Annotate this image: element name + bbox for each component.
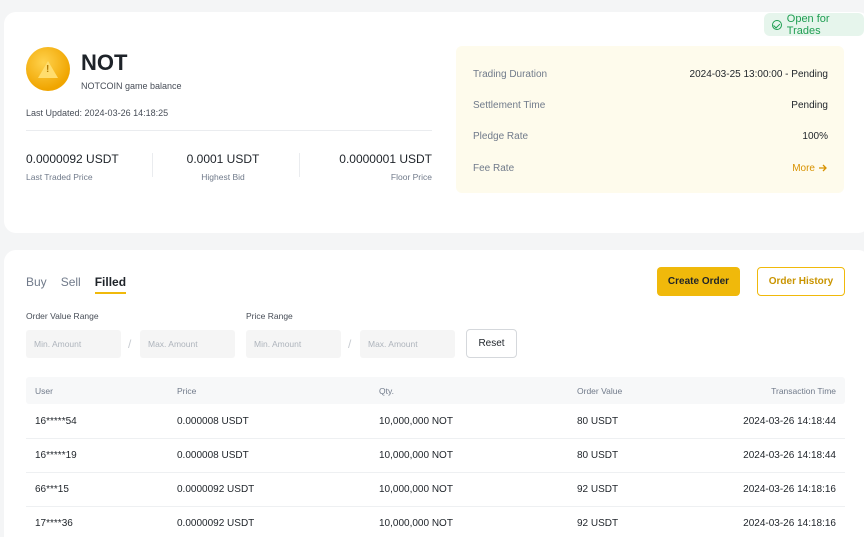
info-value: 2024-03-25 13:00:00 - Pending	[689, 68, 828, 80]
status-badge: Open for Trades	[764, 12, 864, 37]
table-header: User Price Qty. Order Value Transaction …	[26, 377, 845, 404]
divider	[152, 153, 153, 177]
cell-transaction-time: 2024-03-26 14:18:44	[743, 450, 836, 461]
stat-floor-price: 0.0000001 USDT Floor Price	[339, 152, 432, 182]
cell-qty: 10,000,000 NOT	[379, 518, 453, 529]
coin-logo	[26, 47, 70, 91]
info-row-fee-rate: Fee Rate More	[473, 160, 828, 176]
order-value-min-input[interactable]	[26, 330, 121, 358]
info-label: Pledge Rate	[473, 130, 529, 142]
stat-label: Floor Price	[390, 172, 432, 182]
table-row: 16*****19 0.000008 USDT 10,000,000 NOT 8…	[26, 439, 845, 473]
stat-value: 0.0001 USDT	[186, 152, 260, 166]
cell-order-value: 80 USDT	[577, 416, 619, 427]
fee-more-link[interactable]: More	[792, 163, 828, 174]
trading-info-panel: Trading Duration 2024-03-25 13:00:00 - P…	[456, 46, 844, 193]
stat-label: Last Traded Price	[26, 172, 93, 182]
divider	[299, 153, 300, 177]
stat-label: Highest Bid	[201, 172, 245, 182]
table-row: 66***15 0.0000092 USDT 10,000,000 NOT 92…	[26, 473, 845, 507]
cell-user: 16*****19	[35, 450, 77, 461]
cell-order-value: 92 USDT	[577, 484, 619, 495]
tab-buy[interactable]: Buy	[26, 275, 47, 294]
info-value: Pending	[791, 99, 828, 111]
info-label: Trading Duration	[473, 68, 548, 80]
range-separator: /	[348, 337, 352, 351]
range-separator: /	[128, 337, 132, 351]
cell-transaction-time: 2024-03-26 14:18:16	[743, 518, 836, 529]
cell-price: 0.000008 USDT	[177, 416, 249, 427]
info-label: Settlement Time	[473, 99, 546, 111]
tab-sell[interactable]: Sell	[61, 275, 81, 294]
stat-value: 0.0000001 USDT	[339, 152, 432, 166]
warning-triangle-icon	[38, 60, 58, 78]
order-history-button[interactable]: Order History	[757, 267, 845, 296]
price-range-label: Price Range	[246, 311, 293, 321]
coin-symbol: NOT	[81, 50, 128, 75]
info-value: 100%	[802, 130, 828, 142]
order-value-range-label: Order Value Range	[26, 311, 99, 321]
coin-subtitle: NOTCOIN game balance	[81, 81, 182, 91]
cell-order-value: 80 USDT	[577, 450, 619, 461]
cell-user: 17****36	[35, 518, 73, 529]
table-row: 16*****54 0.000008 USDT 10,000,000 NOT 8…	[26, 405, 845, 439]
cell-qty: 10,000,000 NOT	[379, 450, 453, 461]
price-max-input[interactable]	[360, 330, 455, 358]
info-label: Fee Rate	[473, 162, 515, 174]
create-order-button[interactable]: Create Order	[657, 267, 740, 296]
column-header-qty: Qty.	[379, 386, 394, 396]
stat-value: 0.0000092 USDT	[26, 152, 119, 166]
reset-button[interactable]: Reset	[466, 329, 517, 358]
price-min-input[interactable]	[246, 330, 341, 358]
cell-price: 0.0000092 USDT	[177, 518, 255, 529]
cell-user: 66***15	[35, 484, 69, 495]
info-row-settlement-time: Settlement Time Pending	[473, 97, 828, 113]
fee-more-label: More	[792, 162, 815, 174]
stat-last-traded-price: 0.0000092 USDT Last Traded Price	[26, 152, 119, 182]
column-header-order-value: Order Value	[577, 386, 623, 396]
column-header-user: User	[35, 386, 53, 396]
info-row-pledge-rate: Pledge Rate 100%	[473, 128, 828, 144]
divider	[26, 130, 432, 131]
info-row-trading-duration: Trading Duration 2024-03-25 13:00:00 - P…	[473, 66, 828, 82]
cell-qty: 10,000,000 NOT	[379, 484, 453, 495]
arrow-right-icon	[819, 164, 827, 172]
cell-transaction-time: 2024-03-26 14:18:16	[743, 484, 836, 495]
order-value-max-input[interactable]	[140, 330, 235, 358]
cell-transaction-time: 2024-03-26 14:18:44	[743, 416, 836, 427]
column-header-transaction-time: Transaction Time	[771, 386, 836, 396]
table-row: 17****36 0.0000092 USDT 10,000,000 NOT 9…	[26, 507, 845, 537]
cell-price: 0.000008 USDT	[177, 450, 249, 461]
cell-user: 16*****54	[35, 416, 77, 427]
check-circle-icon	[772, 19, 782, 30]
cell-qty: 10,000,000 NOT	[379, 416, 453, 427]
cell-order-value: 92 USDT	[577, 518, 619, 529]
status-badge-label: Open for Trades	[786, 12, 830, 37]
order-tabs: Buy Sell Filled	[26, 275, 127, 294]
cell-price: 0.0000092 USDT	[177, 484, 255, 495]
column-header-price: Price	[177, 386, 197, 396]
last-updated: Last Updated: 2024-03-26 14:18:25	[26, 108, 169, 118]
stat-highest-bid: 0.0001 USDT Highest Bid	[184, 152, 262, 182]
tab-filled[interactable]: Filled	[94, 275, 127, 294]
